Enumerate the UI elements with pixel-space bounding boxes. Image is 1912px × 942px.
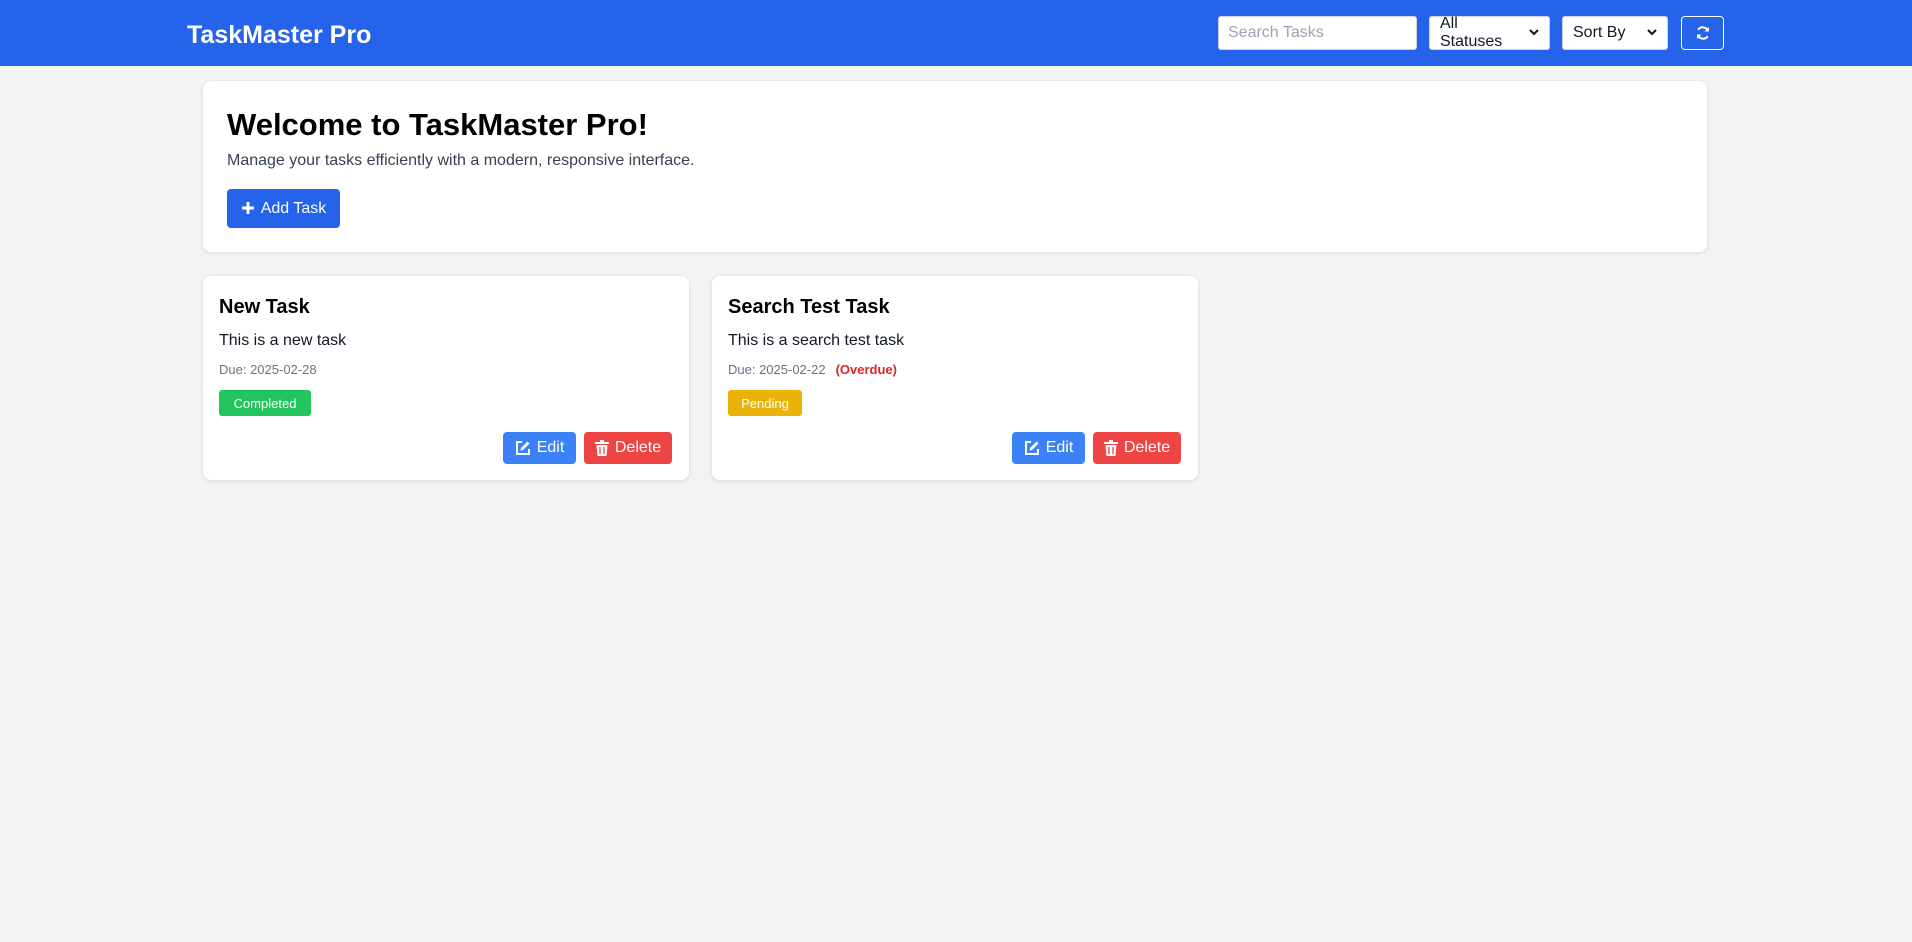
status-filter-select[interactable]: All Statuses [1429, 15, 1550, 50]
brand-title[interactable]: TaskMaster Pro [187, 20, 371, 50]
delete-task-button[interactable]: Delete [1093, 432, 1181, 464]
sort-by-select[interactable]: Sort By [1562, 16, 1668, 50]
edit-label: Edit [1045, 439, 1074, 456]
task-due-text: Due: 2025-02-28 [219, 362, 317, 377]
task-card: Search Test Task This is a search test t… [712, 276, 1198, 480]
welcome-title: Welcome to TaskMaster Pro! [227, 107, 648, 142]
welcome-subtitle: Manage your tasks efficiently with a mod… [227, 152, 695, 169]
task-title: New Task [219, 296, 310, 318]
edit-icon [1024, 440, 1040, 456]
status-filter-value: All Statuses [1440, 15, 1503, 50]
refresh-icon [1695, 25, 1711, 41]
search-input[interactable] [1218, 16, 1417, 50]
status-badge: Completed [219, 390, 311, 416]
delete-task-button[interactable]: Delete [584, 432, 672, 464]
sort-by-value: Sort By [1573, 24, 1626, 41]
refresh-button[interactable] [1681, 16, 1724, 50]
trash-icon [1103, 440, 1118, 456]
add-task-label: Add Task [260, 199, 327, 217]
task-title: Search Test Task [728, 296, 890, 318]
edit-label: Edit [536, 439, 565, 456]
task-card: New Task This is a new task Due: 2025-02… [203, 276, 689, 480]
task-due-date: Due: 2025-02-28 [219, 362, 327, 378]
edit-task-button[interactable]: Edit [503, 432, 576, 464]
task-description: This is a new task [219, 332, 347, 349]
delete-label: Delete [1123, 439, 1171, 456]
edit-icon [515, 440, 531, 456]
overdue-label: (Overdue) [835, 362, 897, 377]
add-task-button[interactable]: Add Task [227, 189, 340, 228]
top-navbar: TaskMaster Pro All Statuses Sort By [0, 0, 1912, 66]
task-due-date: Due: 2025-02-22 (Overdue) [728, 362, 897, 378]
status-badge: Pending [728, 390, 802, 416]
plus-icon [241, 199, 255, 219]
delete-label: Delete [614, 439, 662, 456]
trash-icon [594, 440, 609, 456]
chevron-down-icon [1647, 28, 1657, 39]
edit-task-button[interactable]: Edit [1012, 432, 1085, 464]
task-due-text: Due: 2025-02-22 [728, 362, 826, 377]
task-description: This is a search test task [728, 332, 905, 349]
welcome-card: Welcome to TaskMaster Pro! Manage your t… [203, 81, 1707, 252]
chevron-down-icon [1529, 28, 1539, 39]
